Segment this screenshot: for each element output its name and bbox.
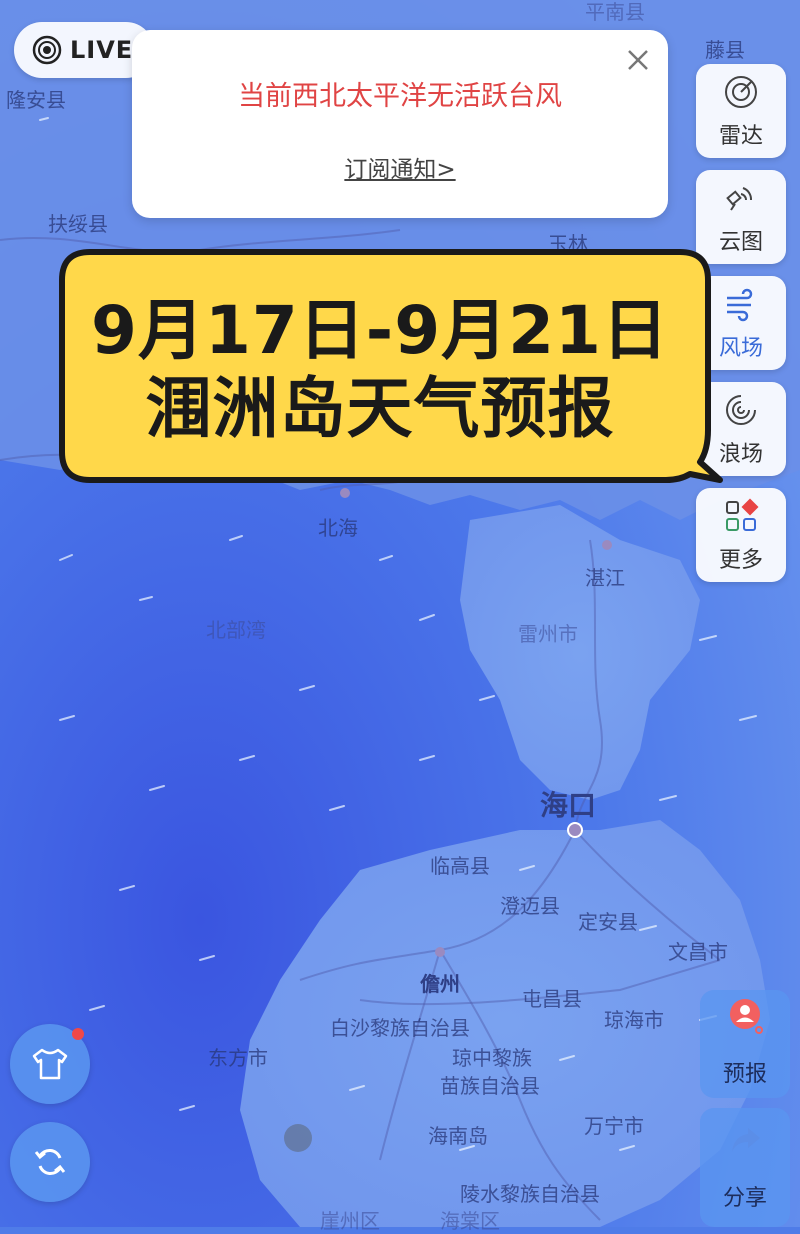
toolbar-satellite-label: 云图 [718,230,763,255]
map-label-tunchang: 屯昌县 [522,987,582,1011]
map-label-danzhou: 儋州 [420,972,460,996]
forecast-button[interactable]: 预报 [700,990,790,1098]
toolbar-wave-label: 浪场 [718,442,763,467]
forecast-label: 预报 [722,1062,767,1087]
map-label-hainandao: 海南岛 [428,1124,488,1148]
map-label-dingan: 定安县 [578,910,638,934]
map-label-haitang: 海棠区 [440,1209,500,1233]
map-label-haikou: 海口 [540,789,597,822]
shirt-icon [32,1048,68,1080]
map-label-qiongzhong-line1: 琼中黎族 [452,1046,532,1070]
toolbar-more-label: 更多 [718,548,763,573]
map-label-fusui: 扶绥县 [48,212,108,236]
close-icon[interactable] [624,46,652,74]
map-label-wanning: 万宁市 [584,1114,644,1138]
toolbar-wave[interactable]: 浪场 [696,382,786,476]
map-label-beibuwan: 北部湾 [206,618,266,642]
live-label: LIVE [70,36,134,64]
refresh-button[interactable] [10,1122,90,1202]
map-label-wenchang: 文昌市 [668,940,728,964]
haikou-dot [567,822,583,838]
map-label-yulin: 玉林 [548,232,588,256]
radar-icon [725,76,757,108]
toolbar-wind[interactable]: 风场 [696,276,786,370]
share-icon [732,1128,760,1152]
notice-title: 当前西北太平洋无活跃台风 [238,81,562,112]
map-label-lingshui: 陵水黎族自治县 [460,1182,600,1206]
map-label-tengxian: 藤县 [705,38,745,62]
map-label-qionghai: 琼海市 [604,1008,664,1032]
map-label-baisha: 白沙黎族自治县 [330,1016,470,1040]
banner-title: 涠洲岛天气预报 [145,370,615,447]
wind-icon [727,288,753,322]
toolbar-more[interactable]: 更多 [696,488,786,582]
typhoon-notice-card: 当前西北太平洋无活跃台风 订阅通知> [132,30,668,218]
beihai-dot [340,488,350,498]
map-label-pingnan: 平南县 [585,0,645,24]
map-label-longan: 隆安县 [6,88,66,112]
more-grid-icon [726,498,759,531]
banner-date-range: 9月17日-9月21日 [91,292,669,369]
zhanjiang-dot [602,540,612,550]
toolbar-wind-label: 风场 [718,336,763,361]
wave-icon [726,395,756,425]
refresh-icon [34,1149,66,1175]
map-label-lingao: 临高县 [430,854,490,878]
map-label-qiongzhong-line2: 苗族自治县 [440,1074,540,1098]
toolbar-radar[interactable]: 雷达 [696,64,786,158]
location-person-icon [730,999,763,1034]
notification-dot [72,1028,84,1040]
danzhou-dot [435,947,445,957]
satellite-icon [726,187,752,211]
map-label-chengmai: 澄迈县 [500,894,560,918]
map-label-beihai: 北海 [318,516,358,540]
share-label: 分享 [722,1186,767,1211]
toolbar-satellite[interactable]: 云图 [696,170,786,264]
weizhou-marker [284,1124,312,1152]
share-button[interactable]: 分享 [700,1108,790,1227]
toolbar-radar-label: 雷达 [718,124,763,149]
map-label-zhanjiang: 湛江 [585,566,625,590]
subscribe-notification-link[interactable]: 订阅通知> [132,150,668,184]
map-label-leizhou: 雷州市 [518,622,578,646]
map-label-dongfang: 东方市 [208,1046,268,1070]
live-icon [32,35,62,65]
map-label-yazhou: 崖州区 [320,1209,380,1233]
